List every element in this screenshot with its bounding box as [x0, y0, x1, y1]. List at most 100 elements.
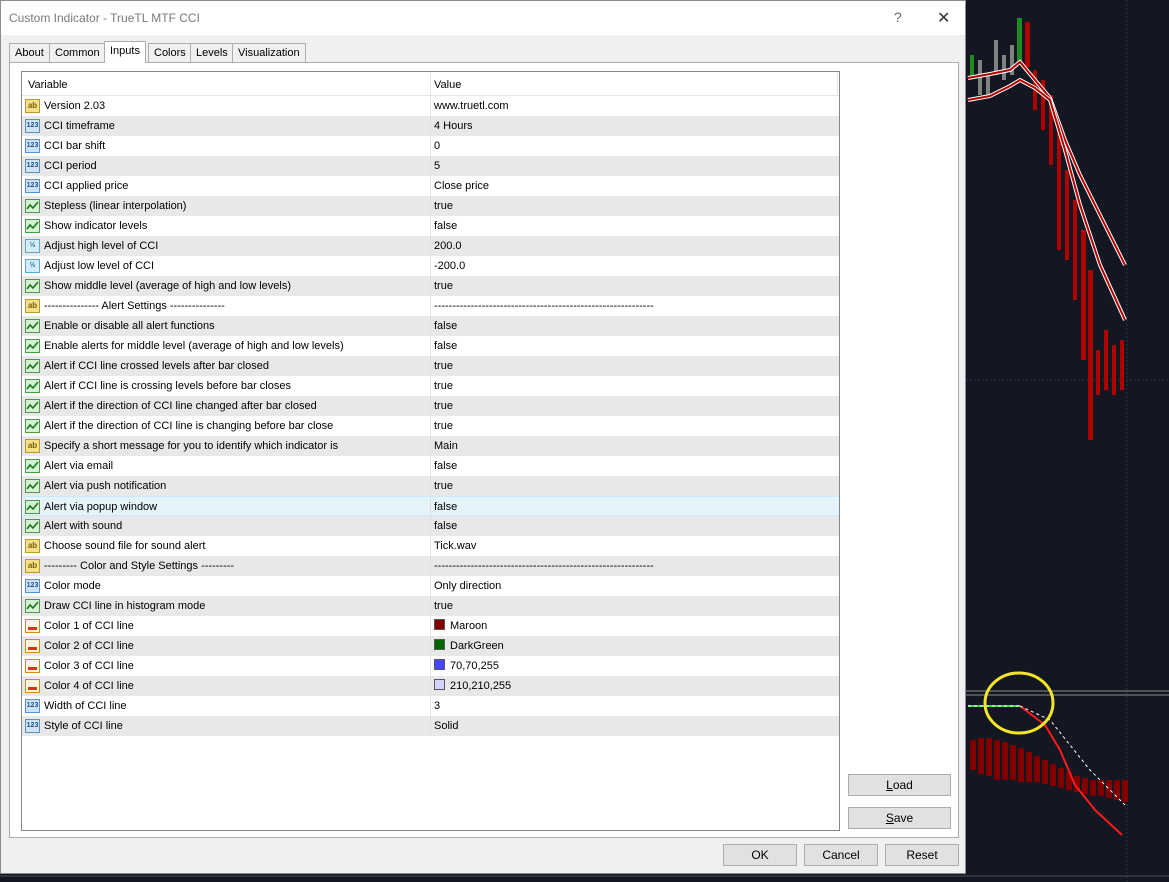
row-variable: Width of CCI line	[44, 700, 127, 712]
row-value[interactable]: Main	[434, 440, 458, 452]
row-value[interactable]: Close price	[434, 180, 489, 192]
row-value[interactable]: false	[434, 520, 457, 532]
row-variable: Color mode	[44, 580, 101, 592]
table-row[interactable]: Alert if CCI line is crossing levels bef…	[22, 376, 839, 396]
close-button[interactable]: ✕	[937, 8, 950, 28]
table-row[interactable]: Draw CCI line in histogram mode true	[22, 596, 839, 616]
table-row[interactable]: Stepless (linear interpolation) true	[22, 196, 839, 216]
save-button[interactable]: Save	[848, 807, 951, 829]
boolean-type-icon	[25, 419, 40, 433]
row-value[interactable]: false	[434, 340, 457, 352]
column-header-variable[interactable]: Variable	[28, 79, 68, 91]
table-row[interactable]: Alert via popup window false	[22, 496, 839, 517]
row-value[interactable]: Tick.wav	[434, 540, 476, 552]
table-row[interactable]: 123 Style of CCI line Solid	[22, 716, 839, 736]
table-row[interactable]: Color 2 of CCI line DarkGreen	[22, 636, 839, 656]
table-row[interactable]: Color 3 of CCI line 70,70,255	[22, 656, 839, 676]
load-button[interactable]: Load	[848, 774, 951, 796]
table-row[interactable]: Alert if the direction of CCI line chang…	[22, 396, 839, 416]
row-value[interactable]: false	[434, 460, 457, 472]
table-row[interactable]: 123 Width of CCI line 3	[22, 696, 839, 716]
table-row[interactable]: Show indicator levels false	[22, 216, 839, 236]
table-row[interactable]: 123 CCI timeframe 4 Hours	[22, 116, 839, 136]
table-row[interactable]: 123 Color mode Only direction	[22, 576, 839, 596]
table-row[interactable]: Alert with sound false	[22, 516, 839, 536]
table-row[interactable]: 123 CCI applied price Close price	[22, 176, 839, 196]
row-value[interactable]: Only direction	[434, 580, 501, 592]
row-value[interactable]: Solid	[434, 720, 458, 732]
table-row[interactable]: ab --------------- Alert Settings -------…	[22, 296, 839, 316]
table-row[interactable]: Alert if the direction of CCI line is ch…	[22, 416, 839, 436]
row-value[interactable]: 200.0	[434, 240, 462, 252]
row-value[interactable]: true	[434, 480, 453, 492]
tab-colors[interactable]: Colors	[148, 43, 192, 62]
row-value[interactable]: DarkGreen	[450, 640, 504, 652]
ok-button[interactable]: OK	[723, 844, 797, 866]
row-value[interactable]: 210,210,255	[450, 680, 511, 692]
row-variable: CCI period	[44, 160, 97, 172]
table-row[interactable]: ab Specify a short message for you to ide…	[22, 436, 839, 456]
boolean-type-icon	[25, 359, 40, 373]
row-value[interactable]: 70,70,255	[450, 660, 499, 672]
help-button[interactable]: ?	[894, 9, 902, 25]
row-variable: Color 2 of CCI line	[44, 640, 134, 652]
row-variable: Style of CCI line	[44, 720, 123, 732]
color-type-icon	[25, 619, 40, 633]
reset-button[interactable]: Reset	[885, 844, 959, 866]
color-swatch	[434, 659, 445, 670]
cancel-button[interactable]: Cancel	[804, 844, 878, 866]
row-value[interactable]: 5	[434, 160, 440, 172]
table-row[interactable]: ab --------- Color and Style Settings ---…	[22, 556, 839, 576]
row-value[interactable]: true	[434, 420, 453, 432]
table-row[interactable]: 123 CCI period 5	[22, 156, 839, 176]
row-value[interactable]: true	[434, 200, 453, 212]
table-row[interactable]: Alert via push notification true	[22, 476, 839, 496]
row-variable: Alert with sound	[44, 520, 123, 532]
table-row[interactable]: Alert if CCI line crossed levels after b…	[22, 356, 839, 376]
row-variable: Choose sound file for sound alert	[44, 540, 206, 552]
row-value[interactable]: Maroon	[450, 620, 487, 632]
table-row[interactable]: Color 4 of CCI line 210,210,255	[22, 676, 839, 696]
table-row[interactable]: ab Version 2.03 www.truetl.com	[22, 96, 839, 116]
row-value[interactable]: true	[434, 600, 453, 612]
row-value[interactable]: true	[434, 380, 453, 392]
row-value[interactable]: 4 Hours	[434, 120, 473, 132]
column-header-value[interactable]: Value	[434, 79, 461, 91]
row-value[interactable]: 3	[434, 700, 440, 712]
row-variable: Alert if the direction of CCI line chang…	[44, 400, 317, 412]
row-value[interactable]: ----------------------------------------…	[434, 300, 654, 312]
row-value[interactable]: true	[434, 400, 453, 412]
table-row[interactable]: Alert via email false	[22, 456, 839, 476]
color-type-icon	[25, 679, 40, 693]
table-row[interactable]: ½ Adjust low level of CCI -200.0	[22, 256, 839, 276]
table-row[interactable]: ½ Adjust high level of CCI 200.0	[22, 236, 839, 256]
row-value[interactable]: false	[434, 320, 457, 332]
boolean-type-icon	[25, 519, 40, 533]
tab-about[interactable]: About	[9, 43, 50, 62]
row-value[interactable]: www.truetl.com	[434, 100, 509, 112]
row-value[interactable]: ----------------------------------------…	[434, 560, 654, 572]
title-bar[interactable]: Custom Indicator - TrueTL MTF CCI ? ✕	[1, 1, 965, 35]
table-row[interactable]: 123 CCI bar shift 0	[22, 136, 839, 156]
row-value[interactable]: true	[434, 360, 453, 372]
table-row[interactable]: Color 1 of CCI line Maroon	[22, 616, 839, 636]
table-row[interactable]: ab Choose sound file for sound alert Tick.…	[22, 536, 839, 556]
tab-levels[interactable]: Levels	[190, 43, 234, 62]
integer-type-icon: 123	[25, 179, 40, 193]
tab-visualization[interactable]: Visualization	[232, 43, 306, 62]
text-type-icon: ab	[25, 559, 40, 573]
tab-inputs[interactable]: Inputs	[104, 41, 146, 63]
row-value[interactable]: -200.0	[434, 260, 465, 272]
row-value[interactable]: true	[434, 280, 453, 292]
tab-common[interactable]: Common	[49, 43, 106, 62]
boolean-type-icon	[25, 399, 40, 413]
table-row[interactable]: Show middle level (average of high and l…	[22, 276, 839, 296]
table-row[interactable]: Enable or disable all alert functions fal…	[22, 316, 839, 336]
row-value[interactable]: false	[434, 501, 457, 513]
row-value[interactable]: 0	[434, 140, 440, 152]
indicator-dialog: Custom Indicator - TrueTL MTF CCI ? ✕ Ab…	[0, 0, 966, 874]
boolean-type-icon	[25, 459, 40, 473]
row-value[interactable]: false	[434, 220, 457, 232]
boolean-type-icon	[25, 219, 40, 233]
table-row[interactable]: Enable alerts for middle level (average …	[22, 336, 839, 356]
